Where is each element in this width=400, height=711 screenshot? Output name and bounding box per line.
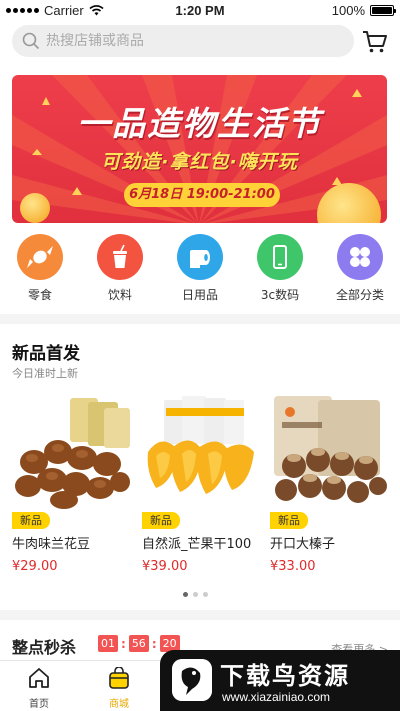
banner-subtitle: 可劲造·拿红包·嗨开玩	[101, 151, 298, 173]
pager-dot[interactable]	[183, 592, 188, 597]
product-price: ¥39.00	[142, 559, 188, 574]
product-name: 自然派_芒果干100	[142, 537, 252, 552]
tab-label: 商城	[109, 699, 129, 710]
tab-mall[interactable]: 商城	[89, 666, 149, 710]
product-image-mango	[147, 396, 254, 494]
promo-banner[interactable]: 一品造物生活节 可劲造·拿红包·嗨开玩 6月18日 19:00-21:00	[12, 75, 387, 223]
product-price: ¥29.00	[12, 559, 58, 574]
category-label: 全部分类	[335, 288, 384, 302]
tab-home[interactable]: 首页	[9, 667, 69, 710]
site-watermark: 下载鸟资源 www.xiazainiao.com	[160, 650, 400, 711]
product-card[interactable]: 新品 自然派_芒果干100 ¥39.00	[142, 392, 272, 574]
product-name: 开口大榛子	[270, 537, 336, 552]
category-label: 3c数码	[260, 288, 300, 302]
flash-sale-title: 整点秒杀	[12, 638, 77, 657]
pager-dot[interactable]	[193, 592, 198, 597]
watermark-url: www.xiazainiao.com	[222, 690, 331, 704]
section-subtitle: 今日准时上新	[12, 367, 78, 380]
search-input[interactable]	[46, 33, 326, 49]
carousel-pager[interactable]	[183, 592, 208, 597]
header	[0, 22, 400, 62]
new-badge: 新品	[270, 512, 308, 529]
tab-label: 首页	[29, 699, 49, 710]
countdown-timer: 01 : 56 : 20	[98, 635, 180, 652]
candy-icon	[17, 234, 63, 280]
search-bar[interactable]	[12, 25, 354, 57]
status-bar-right: 100%	[331, 3, 396, 18]
cart-icon[interactable]	[362, 29, 388, 55]
timer-separator: :	[121, 636, 126, 651]
category-drinks[interactable]: 饮料	[85, 234, 155, 303]
product-name: 牛肉味兰花豆	[12, 537, 91, 552]
category-label: 饮料	[107, 288, 132, 302]
product-image-hazelnut	[274, 396, 387, 503]
product-price: ¥33.00	[270, 559, 316, 574]
category-daily-goods[interactable]: 日用品	[165, 234, 235, 303]
timer-minutes: 56	[128, 635, 149, 652]
category-label: 日用品	[181, 288, 218, 302]
new-badge: 新品	[142, 512, 180, 529]
category-3c-digital[interactable]: 3c数码	[245, 234, 315, 303]
pager-dot[interactable]	[203, 592, 208, 597]
phone-icon	[257, 234, 303, 280]
product-card[interactable]: 新品 开口大榛子 ¥33.00	[270, 392, 400, 574]
banner-title: 一品造物生活节	[77, 104, 322, 143]
timer-hours: 01	[98, 635, 118, 652]
new-badge: 新品	[12, 512, 50, 529]
timer-separator: :	[151, 636, 157, 651]
banner-date: 6月18日 19:00-21:00	[124, 183, 280, 207]
drink-icon	[97, 234, 143, 280]
home-icon	[29, 668, 49, 688]
grid-clover-icon	[337, 234, 383, 280]
bird-logo-icon	[172, 659, 212, 701]
status-bar: Carrier 1:20 PM 100%	[0, 0, 400, 22]
category-snacks[interactable]: 零食	[5, 234, 75, 303]
tissue-roll-icon	[177, 234, 223, 280]
product-image-beans	[15, 398, 130, 509]
watermark-text: 下载鸟资源	[220, 662, 350, 690]
category-label: 零食	[27, 288, 52, 302]
banner-section: 一品造物生活节 可劲造·拿红包·嗨开玩 6月18日 19:00-21:00	[0, 62, 400, 234]
product-card[interactable]: 新品 牛肉味兰花豆 ¥29.00	[12, 392, 142, 574]
search-icon	[22, 32, 40, 50]
category-all[interactable]: 全部分类	[325, 234, 395, 303]
battery-percent: 100%	[331, 3, 365, 18]
new-products-section: 新品首发 今日准时上新 新品 牛肉味兰花豆 ¥29.00 新品 自然派_芒果干1…	[0, 324, 400, 610]
shopping-bag-icon	[109, 666, 129, 689]
battery-icon	[370, 5, 396, 16]
category-row: 零食 饮料 日用品 3c数码 全部分类	[0, 234, 400, 314]
section-title: 新品首发	[12, 344, 80, 364]
gold-coin-decoration	[20, 193, 50, 223]
